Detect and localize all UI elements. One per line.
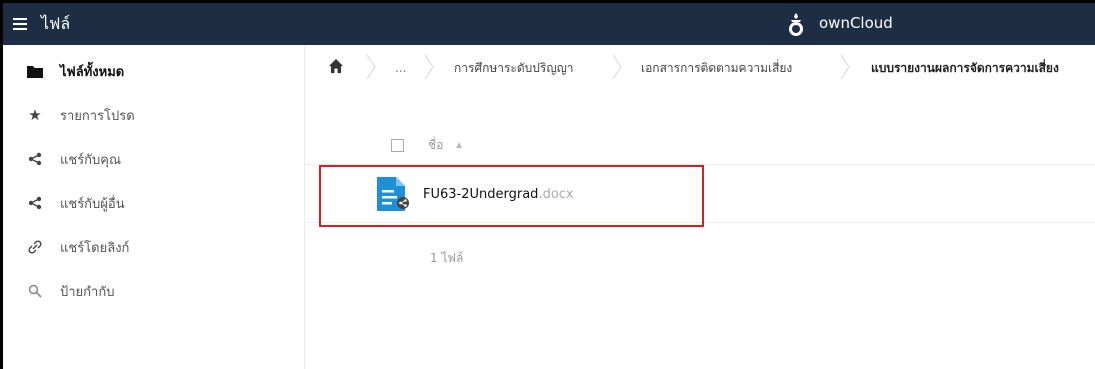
link-icon — [27, 239, 43, 255]
sidebar-item-shared-with-you[interactable]: แชร์กับคุณ — [3, 137, 303, 181]
sidebar-item-shared-by-link[interactable]: แชร์โดยลิงก์ — [3, 225, 303, 269]
chevron-right-icon — [612, 54, 622, 80]
sidebar-item-label: แชร์กับผู้อื่น — [60, 196, 125, 212]
chevron-right-icon — [366, 54, 376, 80]
app-title[interactable]: ไฟล์ — [41, 12, 70, 37]
breadcrumb: ... การศึกษาระดับปริญญา เอกสารการติดตามค… — [305, 45, 1095, 89]
sidebar-item-label: รายการโปรด — [60, 108, 135, 124]
star-icon: ★ — [28, 106, 42, 124]
chevron-right-icon — [424, 54, 434, 80]
file-browser: ... การศึกษาระดับปริญญา เอกสารการติดตามค… — [305, 45, 1095, 369]
top-bar: ไฟล์ ownCloud — [3, 3, 1095, 45]
sidebar: ไฟล์ทั้งหมด ★ รายการโปรด แชร์กับคุณ แชร์… — [3, 45, 305, 369]
breadcrumb-item[interactable]: เอกสารการติดตามความเสี่ยง — [641, 59, 792, 78]
folder-icon — [27, 63, 43, 79]
select-all-checkbox[interactable] — [391, 139, 404, 152]
file-count-summary: 1 ไฟล์ — [430, 251, 464, 265]
shared-badge-icon — [397, 197, 409, 209]
file-extension: .docx — [538, 187, 574, 202]
hamburger-icon[interactable] — [13, 16, 31, 30]
owncloud-logo-icon[interactable] — [783, 11, 809, 37]
file-list-header: ชื่อ ▲ — [305, 125, 1095, 165]
home-icon[interactable] — [328, 58, 344, 74]
sidebar-item-tags[interactable]: ป้ายกำกับ — [3, 269, 303, 313]
sidebar-item-label: แชร์กับคุณ — [60, 152, 122, 168]
sidebar-item-shared-with-others[interactable]: แชร์กับผู้อื่น — [3, 181, 303, 225]
file-name[interactable]: FU63-2Undergrad.docx — [423, 187, 574, 202]
search-icon — [27, 283, 43, 299]
breadcrumb-item[interactable]: การศึกษาระดับปริญญา — [454, 59, 574, 78]
breadcrumb-ellipsis[interactable]: ... — [395, 61, 406, 75]
sort-ascending-icon[interactable]: ▲ — [456, 140, 462, 149]
file-row[interactable]: FU63-2Undergrad.docx — [305, 165, 1095, 223]
column-name-header[interactable]: ชื่อ — [428, 136, 443, 155]
share-icon — [27, 195, 43, 211]
sidebar-item-label: ไฟล์ทั้งหมด — [60, 64, 125, 80]
sidebar-item-label: ป้ายกำกับ — [60, 284, 115, 300]
app-window: ไฟล์ ownCloud ไฟล์ทั้งหมด ★ รายการโปรด แ… — [0, 0, 1095, 369]
sidebar-item-label: แชร์โดยลิงก์ — [60, 240, 130, 256]
breadcrumb-current[interactable]: แบบรายงานผลการจัดการความเสี่ยง — [871, 59, 1059, 78]
sidebar-item-favorites[interactable]: ★ รายการโปรด — [3, 93, 303, 137]
brand-name: ownCloud — [819, 14, 893, 32]
sidebar-item-all-files[interactable]: ไฟล์ทั้งหมด — [3, 49, 303, 93]
chevron-right-icon — [840, 54, 850, 80]
share-icon — [27, 151, 43, 167]
